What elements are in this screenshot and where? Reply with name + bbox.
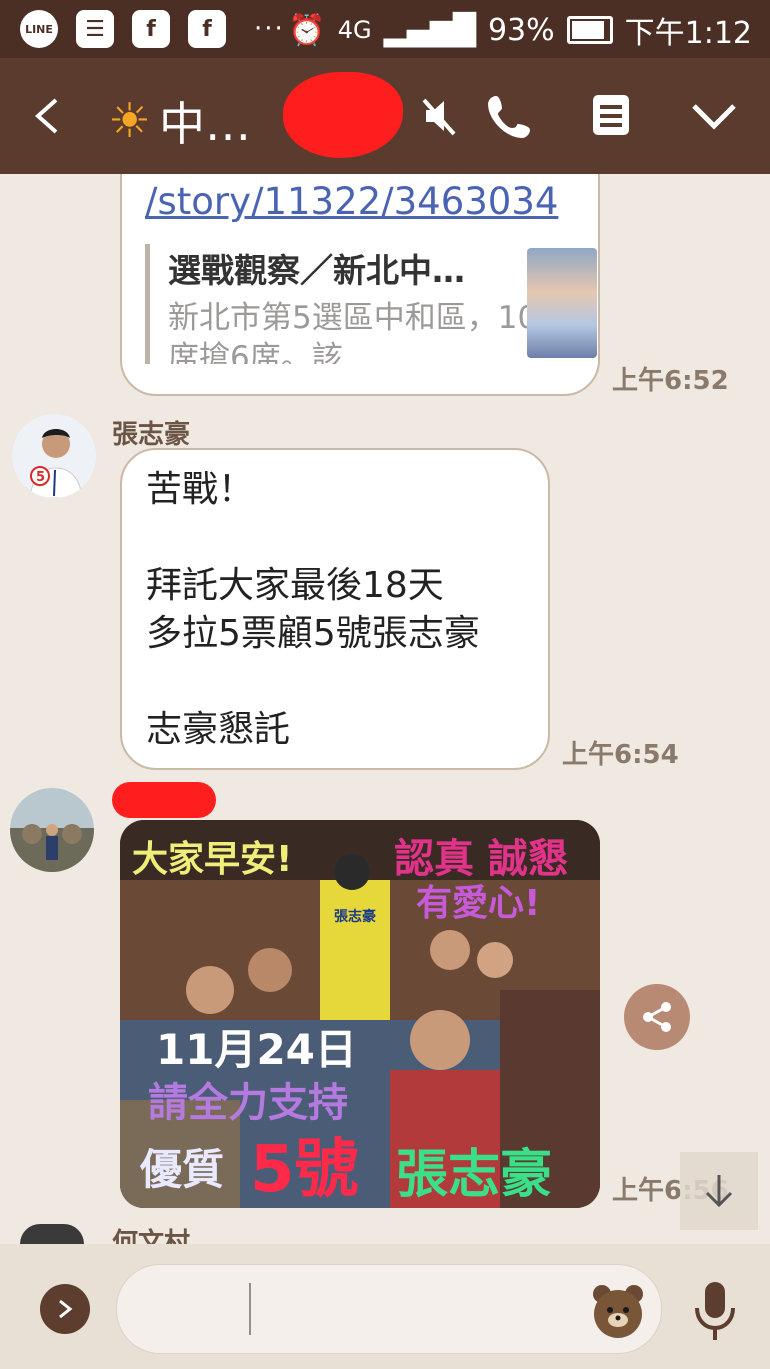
image-text-date: 11月24日 [156, 1025, 357, 1074]
microphone-icon[interactable] [692, 1280, 738, 1344]
chat-area[interactable]: /story/11322/3463034 選戰觀察／新北中… 新北市第5選區中和… [0, 174, 770, 1244]
notes-icon[interactable] [590, 92, 632, 138]
image-message[interactable]: 大家早安! 認真 誠懇 有愛心! 張志豪 11月24日 請全力支持 優質 5號 … [120, 820, 600, 1208]
sender-name[interactable]: 何文村 [112, 1222, 190, 1244]
scroll-to-bottom-button[interactable] [680, 1152, 758, 1230]
sticker-icon[interactable] [590, 1282, 646, 1338]
message-time: 上午6:52 [612, 366, 729, 396]
avatar[interactable] [10, 788, 94, 872]
clock: 下午1:12 [624, 16, 752, 51]
link-url[interactable]: /story/11322/3463034 [145, 180, 558, 223]
message-time: 上午6:54 [562, 740, 679, 770]
preview-title: 選戰觀察／新北中… [168, 251, 465, 290]
chevron-down-icon[interactable] [690, 102, 738, 132]
redaction-mark [112, 782, 216, 818]
image-text-greeting: 大家早安! [132, 839, 293, 880]
battery-percent: 93% [487, 12, 555, 48]
more-notifications-icon: ··· [254, 14, 285, 44]
alarm-icon: ⏰ [288, 12, 326, 48]
battery-icon [566, 16, 613, 44]
chat-title: 中… [159, 97, 252, 151]
facebook-icon: f [132, 10, 170, 48]
share-button[interactable] [624, 984, 690, 1050]
message-input-bar [0, 1244, 770, 1369]
status-bar: LINE ☰ f f ··· ⏰ 4G ▂▄▆█ 93% 下午1:12 [0, 0, 770, 58]
message-input[interactable] [116, 1264, 662, 1354]
facebook-icon-2: f [188, 10, 226, 48]
image-text-slogan2: 有愛心! [416, 883, 541, 924]
back-arrow-icon[interactable] [30, 96, 66, 136]
image-text-name: 張志豪 [396, 1145, 553, 1205]
network-label: 4G [337, 16, 372, 44]
sun-icon: ☀ [108, 93, 152, 149]
arrow-down-icon [705, 1175, 733, 1208]
text-caret [249, 1283, 251, 1335]
chat-title-area[interactable]: ☀ 中… [108, 88, 251, 154]
avatar[interactable] [20, 1224, 84, 1244]
image-text-quality: 優質 [140, 1145, 225, 1194]
chevron-right-icon [59, 1299, 73, 1319]
share-icon [643, 1002, 671, 1032]
preview-description: 新北市第5選區中和區，10席搶6席。該 [168, 300, 538, 364]
phone-icon[interactable] [486, 92, 534, 140]
link-preview[interactable]: 選戰觀察／新北中… 新北市第5選區中和區，10席搶6席。該 [145, 244, 568, 364]
image-text-vest: 張志豪 [334, 909, 376, 925]
mute-icon [422, 98, 456, 136]
avatar[interactable]: 5 [12, 414, 96, 498]
svg-text:5: 5 [36, 470, 45, 485]
image-text-number: 5號 [250, 1133, 359, 1207]
message-text: 苦戰！ 拜託大家最後18天 多拉5票顧5號張志豪 志豪懇託 [146, 469, 480, 750]
line-app-icon: LINE [20, 10, 58, 48]
preview-thumbnail[interactable] [527, 248, 597, 358]
expand-menu-button[interactable] [40, 1284, 90, 1334]
notes-notification-icon: ☰ [76, 10, 114, 48]
signal-icon: ▂▄▆█ [383, 12, 476, 48]
sender-name[interactable]: 張志豪 [112, 414, 190, 451]
